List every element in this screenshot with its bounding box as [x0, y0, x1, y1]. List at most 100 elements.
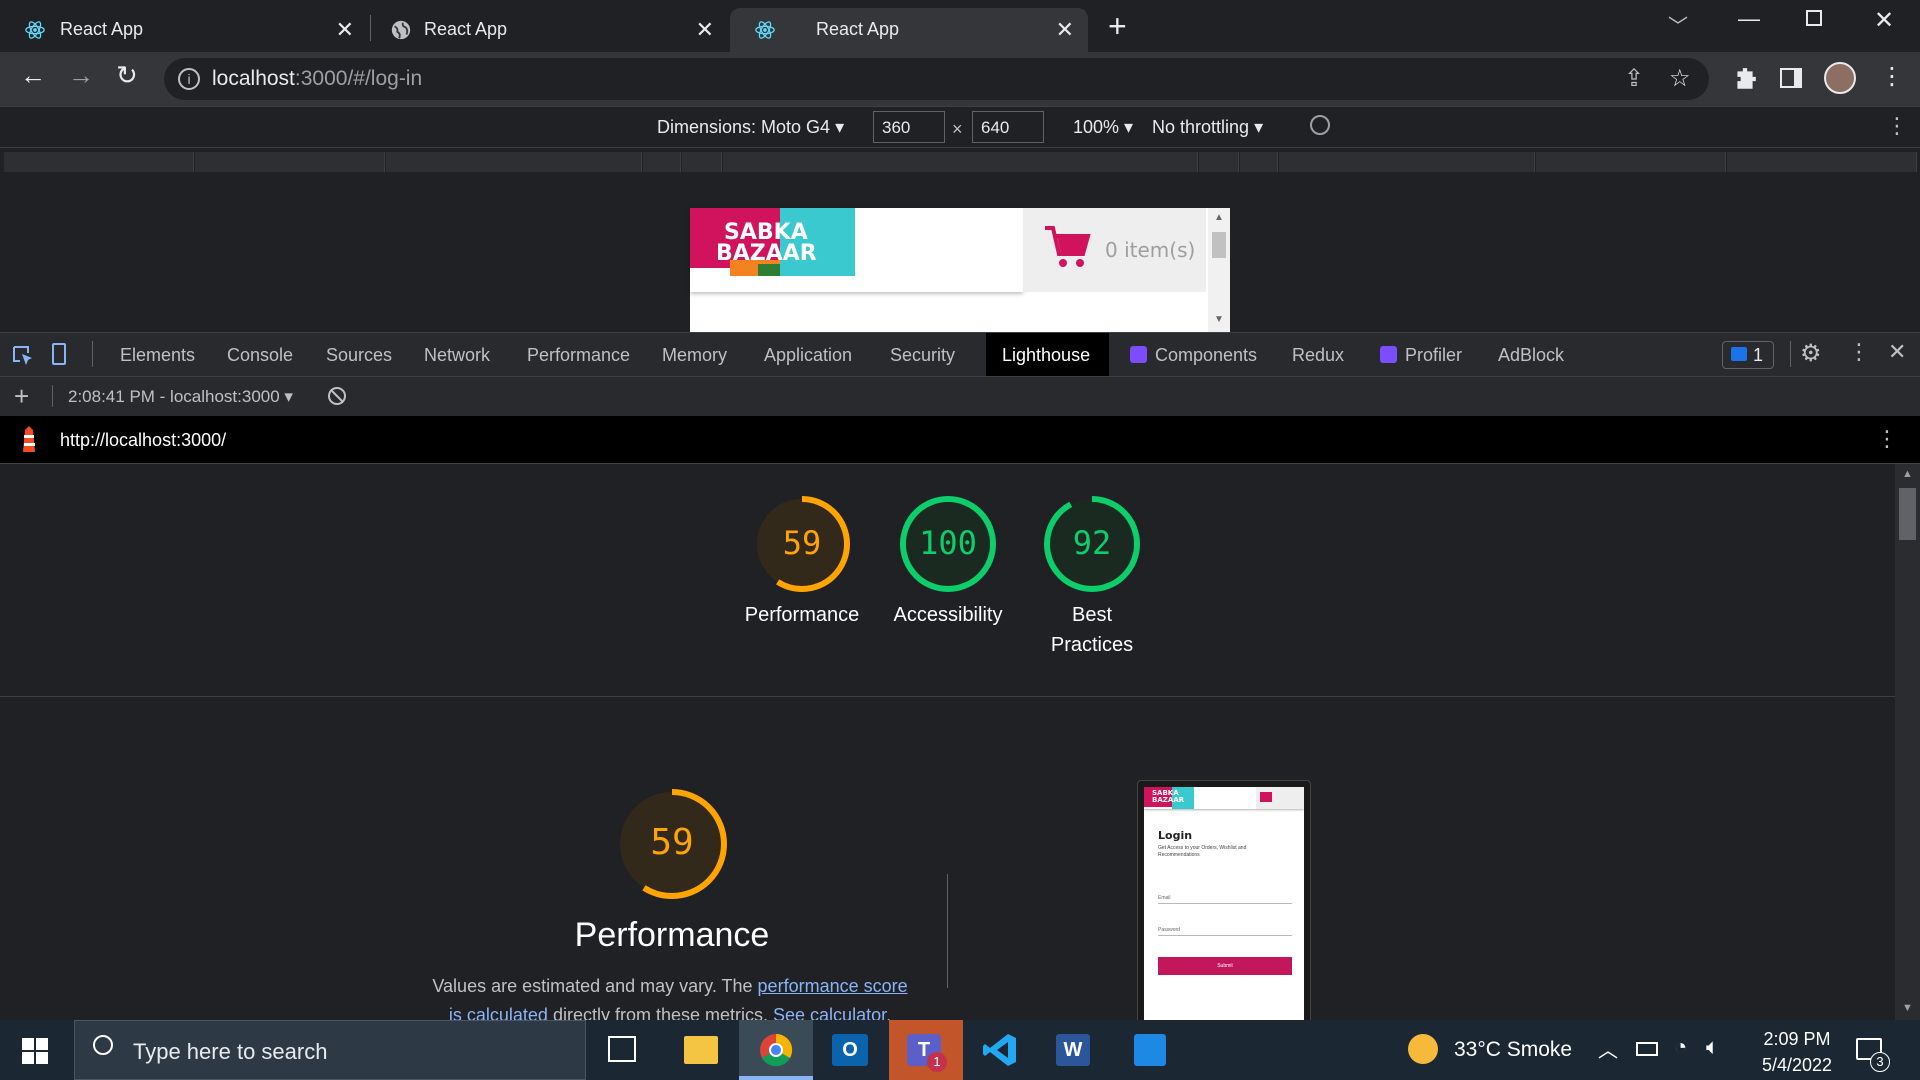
teams-taskbar-button[interactable]: T 1 [889, 1020, 963, 1080]
media-query-segment[interactable] [386, 152, 642, 172]
tab-lighthouse[interactable]: Lighthouse [986, 333, 1109, 377]
thumb-password-label: Password [1158, 927, 1180, 933]
rotate-icon[interactable] [1310, 115, 1330, 135]
tab-network[interactable]: Network [424, 345, 490, 366]
logo-line-1: SABKA [724, 220, 808, 245]
scroll-thumb[interactable] [1899, 488, 1916, 540]
width-input[interactable]: 360 [873, 111, 945, 143]
media-query-segment[interactable] [1199, 152, 1239, 172]
volume-icon[interactable]: 🔈︎ [1706, 1034, 1719, 1060]
close-icon[interactable]: ✕ [1056, 17, 1074, 43]
media-query-segment[interactable] [1727, 152, 1917, 172]
reload-icon[interactable]: ↻ [116, 60, 138, 91]
inspect-icon[interactable] [12, 345, 36, 367]
address-bar[interactable]: i localhost:3000/#/log-in ⇪ ☆ [164, 58, 1709, 100]
accessibility-label[interactable]: Accessibility [873, 600, 1023, 630]
site-logo[interactable]: SABKA BAZAAR [690, 208, 855, 276]
kebab-icon[interactable]: ⋮ [1848, 339, 1870, 365]
avatar[interactable] [1824, 62, 1856, 94]
device-select[interactable]: Dimensions: Moto G4 ▾ [657, 117, 844, 138]
task-view-icon[interactable] [608, 1036, 636, 1062]
chevron-up-icon[interactable]: ︿ [1598, 1034, 1618, 1063]
media-query-segment[interactable] [195, 152, 385, 172]
media-query-segment[interactable] [1240, 152, 1278, 172]
restore-icon[interactable] [1806, 10, 1822, 26]
weather-icon[interactable] [1408, 1034, 1438, 1064]
thumb-email-label: Email [1158, 895, 1171, 901]
tab-adblock[interactable]: AdBlock [1498, 345, 1564, 366]
star-icon[interactable]: ☆ [1669, 64, 1691, 93]
battery-icon[interactable] [1636, 1042, 1658, 1056]
tab-security[interactable]: Security [890, 345, 955, 366]
wifi-icon[interactable]: ◔ [1674, 1034, 1687, 1060]
is-calculated-link[interactable]: is calculated [449, 1005, 548, 1020]
close-devtools-icon[interactable]: ✕ [1888, 339, 1906, 365]
info-icon[interactable]: i [178, 68, 200, 90]
minimize-icon[interactable]: — [1738, 6, 1760, 32]
clear-icon[interactable] [328, 387, 346, 405]
new-report-icon[interactable]: + [14, 381, 29, 412]
media-query-bar[interactable] [0, 148, 1920, 176]
zoom-select[interactable]: 100% ▾ [1073, 117, 1133, 138]
media-query-segment[interactable] [723, 152, 1198, 172]
vscode-icon[interactable] [982, 1032, 1018, 1068]
search-icon [93, 1035, 113, 1055]
report-url[interactable]: http://localhost:3000/ [60, 430, 226, 451]
tab-sources[interactable]: Sources [326, 345, 392, 366]
issues-button[interactable]: 1 [1722, 341, 1774, 369]
windows-start-icon[interactable] [22, 1038, 48, 1064]
device-toggle-icon[interactable] [52, 343, 66, 365]
chrome-taskbar-button[interactable] [739, 1020, 813, 1080]
weather-text[interactable]: 33°C Smoke [1454, 1038, 1572, 1062]
height-input[interactable]: 640 [972, 111, 1044, 143]
tab-redux[interactable]: Redux [1292, 345, 1344, 366]
share-icon[interactable]: ⇪ [1624, 64, 1644, 93]
clock[interactable]: 2:09 PM 5/4/2022 [1742, 1026, 1852, 1078]
tab-application[interactable]: Application [764, 345, 852, 366]
new-tab-button[interactable]: + [1108, 8, 1127, 45]
device-scrollbar[interactable]: ▲ ▼ [1208, 208, 1230, 332]
close-icon[interactable]: ✕ [336, 17, 354, 43]
photos-icon[interactable] [1134, 1034, 1166, 1066]
forward-icon[interactable]: → [68, 60, 94, 91]
media-query-segment[interactable] [4, 152, 194, 172]
tab-search-icon[interactable]: ﹀ [1668, 10, 1688, 39]
performance-label[interactable]: Performance [727, 600, 877, 630]
file-explorer-icon[interactable] [684, 1036, 718, 1064]
report-menu-icon[interactable]: ⋮ [1876, 426, 1898, 452]
browser-tab-active[interactable]: React App ✕ [730, 8, 1088, 52]
window-close-icon[interactable]: ✕ [1874, 6, 1894, 35]
browser-tab[interactable]: React App ✕ [370, 8, 728, 52]
tab-components[interactable]: Components [1155, 345, 1257, 366]
menu-icon[interactable]: ⋮ [1880, 62, 1904, 91]
back-icon[interactable]: ← [20, 60, 46, 91]
browser-tab[interactable]: React App ✕ [0, 8, 368, 52]
cart-button[interactable]: 0 item(s) [1023, 208, 1206, 292]
see-calculator-link[interactable]: See calculator. [773, 1005, 891, 1020]
final-screenshot[interactable]: SABKA BAZAAR Login Get Access to your Or… [1137, 780, 1311, 1020]
device-screen[interactable]: SABKA BAZAAR 0 item(s) ▲ ▼ [690, 208, 1230, 332]
gear-icon[interactable]: ⚙ [1800, 339, 1822, 368]
url-path: :3000/#/log-in [294, 67, 423, 90]
media-query-segment[interactable] [1536, 152, 1726, 172]
media-query-segment[interactable] [1279, 152, 1535, 172]
tab-memory[interactable]: Memory [662, 345, 727, 366]
report-selector[interactable]: 2:08:41 PM - localhost:3000 ▾ [68, 387, 293, 407]
report-scrollbar[interactable]: ▲ ▼ [1895, 464, 1920, 1020]
more-options-icon[interactable]: ⋮ [1886, 113, 1908, 139]
tab-profiler[interactable]: Profiler [1405, 345, 1462, 366]
close-icon[interactable]: ✕ [696, 17, 714, 43]
side-panel-icon[interactable] [1780, 68, 1802, 88]
throttling-select[interactable]: No throttling ▾ [1152, 117, 1263, 138]
media-query-segment[interactable] [682, 152, 722, 172]
taskbar-search[interactable]: Type here to search [74, 1020, 586, 1080]
media-query-segment[interactable] [643, 152, 681, 172]
tab-console[interactable]: Console [227, 345, 293, 366]
tab-elements[interactable]: Elements [120, 345, 195, 366]
word-icon[interactable]: W [1056, 1034, 1090, 1066]
tab-performance[interactable]: Performance [527, 345, 630, 366]
performance-score-link[interactable]: performance score [758, 976, 908, 996]
best-practices-label[interactable]: Best Practices [1042, 600, 1142, 660]
extensions-icon[interactable] [1732, 66, 1758, 92]
outlook-icon[interactable]: O [832, 1034, 868, 1066]
